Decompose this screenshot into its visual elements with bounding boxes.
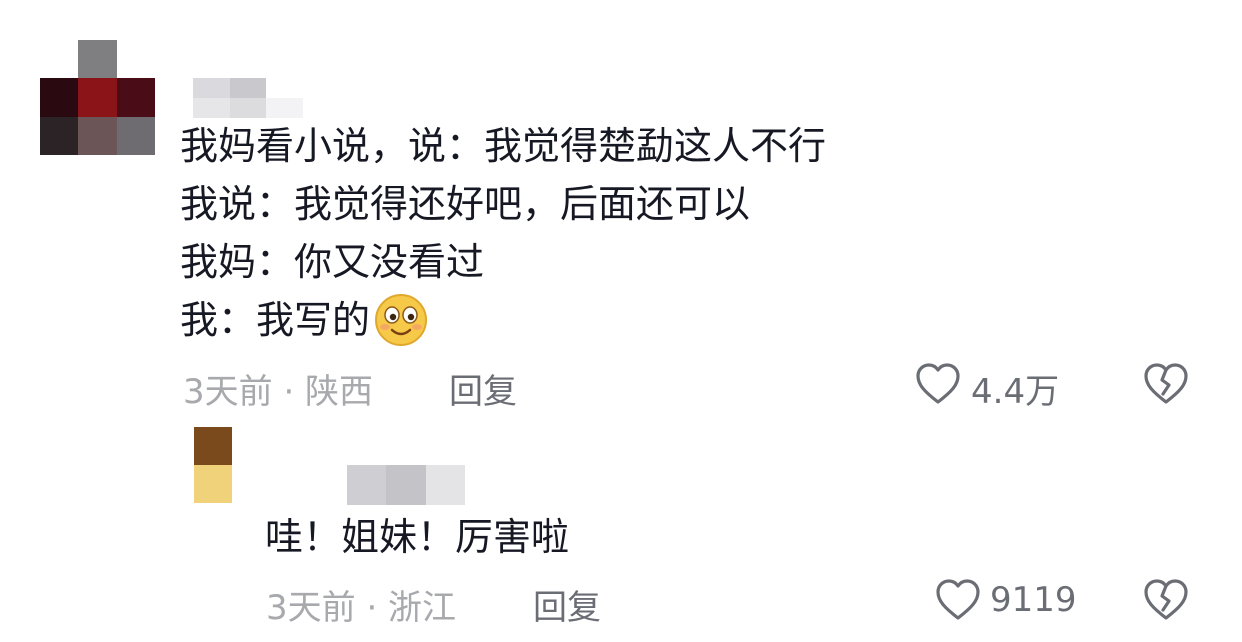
dislike-button[interactable] xyxy=(1143,578,1189,626)
comment-text: 哇！姐妹！厉害啦 xyxy=(265,515,570,559)
reply-button[interactable]: 回复 xyxy=(449,364,517,413)
comment-text: 我妈看小说，说：我觉得楚勐这人不行 我说：我觉得还好吧，后面还可以 我妈：你又没… xyxy=(180,117,826,349)
heart-outline-icon xyxy=(916,363,960,404)
comment-meta: 3天前 · 浙江 xyxy=(266,588,457,628)
username[interactable] xyxy=(347,465,465,505)
like-button[interactable] xyxy=(915,362,961,410)
comment-line: 我妈：你又没看过 xyxy=(180,240,485,284)
dislike-button[interactable] xyxy=(1143,362,1189,410)
comment-meta: 3天前 · 陕西 xyxy=(183,372,374,412)
comment-line: 我说：我觉得还好吧，后面还可以 xyxy=(180,182,751,226)
username[interactable] xyxy=(193,78,303,118)
like-button[interactable] xyxy=(935,578,981,626)
comment-line: 我妈看小说，说：我觉得楚勐这人不行 xyxy=(180,124,827,168)
avatar[interactable] xyxy=(194,427,232,503)
like-count: 9119 xyxy=(990,580,1077,620)
broken-heart-icon xyxy=(1144,363,1188,404)
heart-outline-icon xyxy=(936,579,980,620)
like-count: 4.4万 xyxy=(971,372,1060,412)
avatar[interactable] xyxy=(40,40,155,155)
reply-button[interactable]: 回复 xyxy=(533,580,601,629)
smiling-face-emoji xyxy=(375,294,428,346)
broken-heart-icon xyxy=(1144,579,1188,620)
comment-line: 我：我写的 xyxy=(180,291,826,349)
